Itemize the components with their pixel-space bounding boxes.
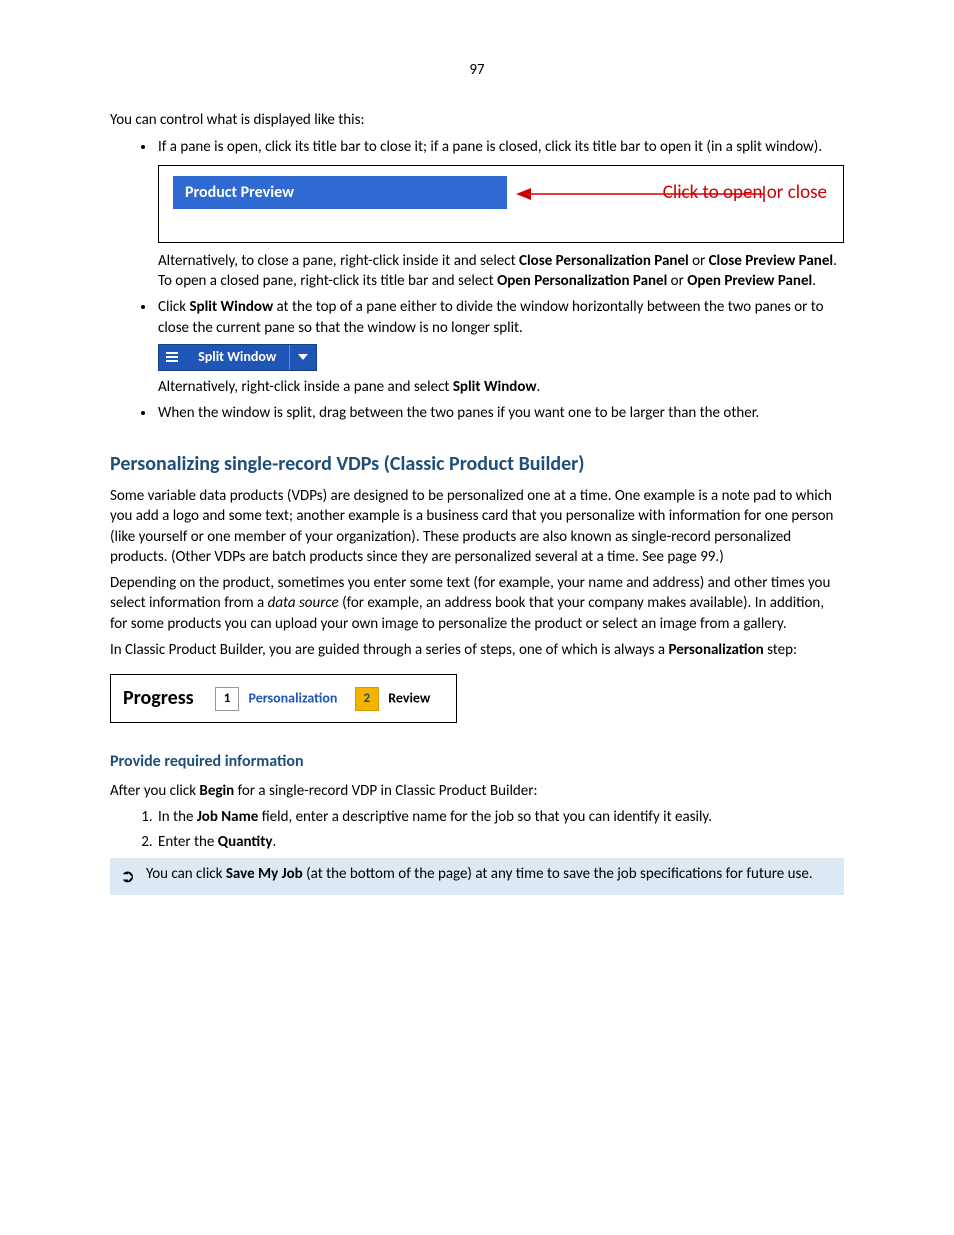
- progress-label: Progress: [123, 686, 194, 710]
- progress-step-1[interactable]: 1 Personalization: [215, 687, 337, 711]
- list-item: In the Job Name field, enter a descripti…: [156, 807, 844, 827]
- text: Click Split Window at the top of a pane …: [158, 298, 824, 336]
- callout-text: Click to open or close: [663, 180, 827, 206]
- progress-figure: Progress 1 Personalization 2 Review: [110, 674, 457, 723]
- page-number: 97: [110, 60, 844, 80]
- section-heading: Personalizing single-record VDPs (Classi…: [110, 451, 844, 478]
- text: Alternatively, right-click inside a pane…: [158, 378, 540, 396]
- subsection-heading: Provide required information: [110, 751, 844, 773]
- tip-callout: ➲ You can click Save My Job (at the bott…: [110, 858, 844, 894]
- steps-list: In the Job Name field, enter a descripti…: [110, 807, 844, 853]
- list-item: If a pane is open, click its title bar t…: [156, 137, 844, 292]
- text: When the window is split, drag between t…: [158, 404, 759, 422]
- text: If a pane is open, click its title bar t…: [158, 138, 822, 156]
- tip-icon: ➲: [120, 864, 146, 888]
- product-preview-figure: Product Preview Click to open or close: [158, 165, 844, 243]
- step-name: Personalization: [248, 689, 337, 706]
- list-item: Click Split Window at the top of a pane …: [156, 297, 844, 397]
- body-text: In Classic Product Builder, you are guid…: [110, 640, 844, 660]
- step-name: Review: [388, 689, 430, 706]
- step-number: 1: [215, 687, 239, 711]
- step-number: 2: [355, 687, 379, 711]
- list-item: Enter the Quantity.: [156, 832, 844, 852]
- progress-step-2[interactable]: 2 Review: [355, 687, 431, 711]
- split-icon: [159, 345, 185, 370]
- list-item: When the window is split, drag between t…: [156, 403, 844, 423]
- text: Alternatively, to close a pane, right-cl…: [158, 252, 837, 290]
- split-window-label: Split Window: [188, 345, 286, 370]
- body-text: Some variable data products (VDPs) are d…: [110, 486, 844, 567]
- product-preview-titlebar[interactable]: Product Preview: [173, 176, 507, 210]
- chevron-down-icon[interactable]: [289, 345, 316, 370]
- split-window-button[interactable]: Split Window: [158, 344, 317, 371]
- intro-text: You can control what is displayed like t…: [110, 110, 844, 130]
- display-control-list: If a pane is open, click its title bar t…: [110, 137, 844, 424]
- body-text: Depending on the product, sometimes you …: [110, 573, 844, 634]
- body-text: After you click Begin for a single-recor…: [110, 781, 844, 801]
- tip-text: You can click Save My Job (at the bottom…: [146, 864, 834, 888]
